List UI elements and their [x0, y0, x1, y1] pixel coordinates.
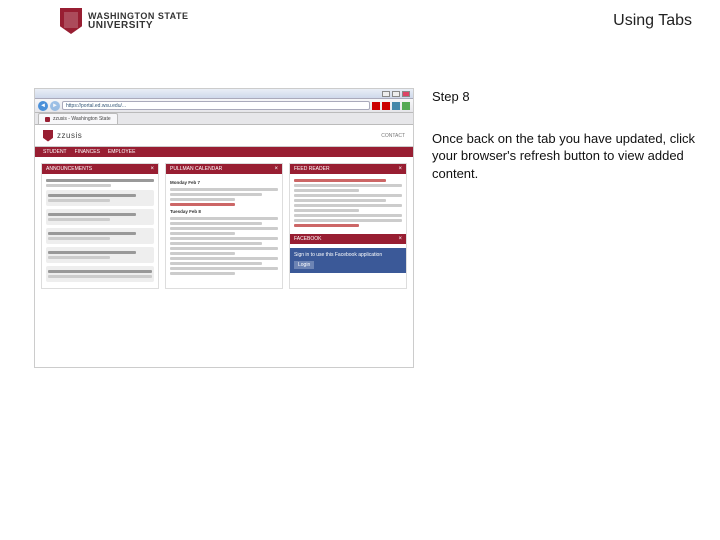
toolbar-icon[interactable] [372, 102, 380, 110]
col-title: FEED READER [294, 166, 330, 172]
day-label: Monday Feb 7 [170, 179, 235, 186]
nav-item[interactable]: STUDENT [43, 149, 67, 155]
step-label: Step 8 [432, 88, 700, 106]
column-announcements: ANNOUNCEMENTS × [41, 163, 159, 289]
close-icon[interactable]: × [398, 236, 402, 242]
close-icon[interactable]: × [150, 166, 154, 172]
toolbar-icon[interactable] [382, 102, 390, 110]
col-title: ANNOUNCEMENTS [46, 166, 92, 172]
browser-tab[interactable]: zzusis - Washington State [38, 113, 118, 124]
column-feed: FEED READER × FACEBOOK × Sign in to use th… [289, 163, 407, 289]
minimize-icon[interactable] [382, 91, 390, 97]
day-label: Tuesday Feb 8 [170, 208, 235, 215]
step-body: Once back on the tab you have updated, c… [432, 130, 700, 183]
favicon-icon [45, 117, 50, 122]
url-field[interactable]: https://portal.ed.wsu.edu/... [62, 101, 370, 110]
maximize-icon[interactable] [392, 91, 400, 97]
nav-item[interactable]: EMPLOYEE [108, 149, 136, 155]
browser-screenshot: ◄ ► https://portal.ed.wsu.edu/... zzusis… [34, 88, 414, 368]
logo-line2: UNIVERSITY [88, 21, 189, 31]
site-header: zzusis CONTACT [35, 125, 413, 147]
tab-label: zzusis - Washington State [53, 116, 111, 122]
window-titlebar [35, 89, 413, 99]
col-title: FACEBOOK [294, 236, 322, 242]
close-icon[interactable] [402, 91, 410, 97]
shield-icon [43, 130, 53, 142]
contact-link[interactable]: CONTACT [381, 133, 405, 139]
site-brand: zzusis [57, 131, 82, 140]
fb-login-button[interactable]: Login [294, 261, 314, 269]
facebook-widget: Sign in to use this Facebook application… [290, 248, 406, 273]
address-bar: ◄ ► https://portal.ed.wsu.edu/... [35, 99, 413, 113]
back-button[interactable]: ◄ [38, 101, 48, 111]
wsu-logo: WASHINGTON STATE UNIVERSITY [60, 8, 189, 34]
close-icon[interactable]: × [398, 166, 402, 172]
column-calendar: PULLMAN CALENDAR × Monday Feb 7 Tuesday F… [165, 163, 283, 289]
shield-icon [60, 8, 82, 34]
toolbar-icon[interactable] [402, 102, 410, 110]
tab-strip: zzusis - Washington State [35, 113, 413, 125]
nav-item[interactable]: FINANCES [75, 149, 100, 155]
close-icon[interactable]: × [274, 166, 278, 172]
col-title: PULLMAN CALENDAR [170, 166, 222, 172]
forward-button[interactable]: ► [50, 101, 60, 111]
fb-text: Sign in to use this Facebook application [294, 252, 402, 258]
page-title: Using Tabs [613, 12, 692, 30]
site-navbar: STUDENT FINANCES EMPLOYEE [35, 147, 413, 157]
toolbar-icon[interactable] [392, 102, 400, 110]
